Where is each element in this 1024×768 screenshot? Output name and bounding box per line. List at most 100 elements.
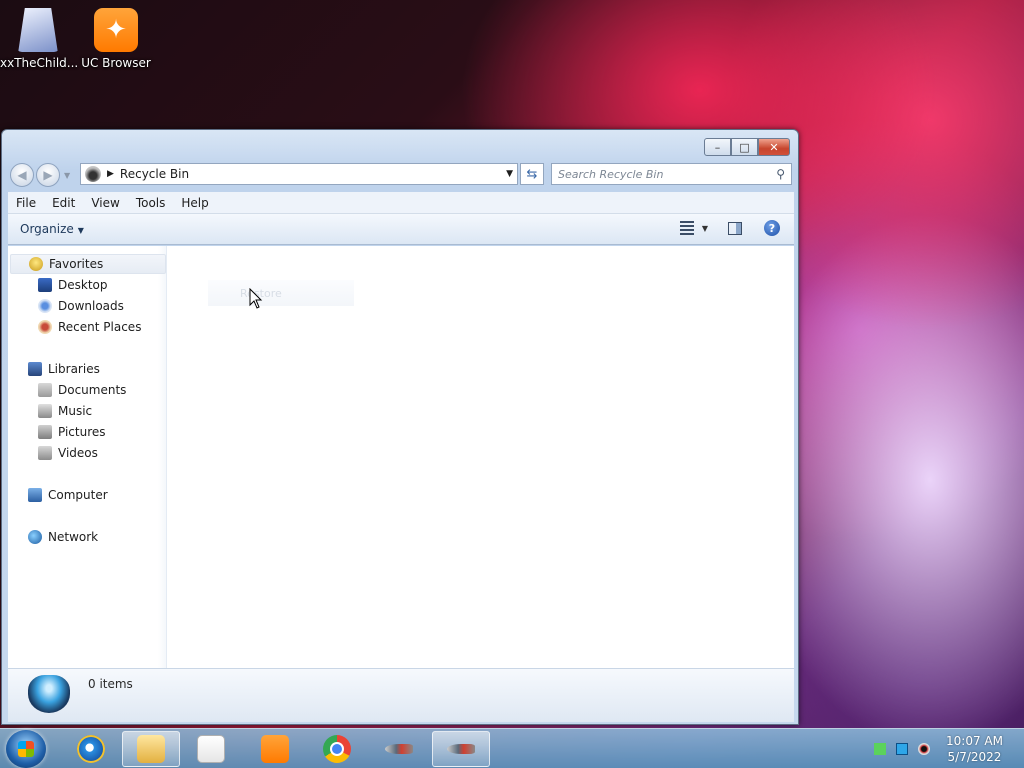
command-bar: Organize ▼ ▼ ? — [8, 214, 794, 245]
taskbar-chrome[interactable] — [308, 731, 366, 767]
preview-pane-icon[interactable] — [728, 221, 742, 235]
favorites-star-icon — [29, 257, 43, 271]
minimize-button[interactable]: – — [704, 138, 731, 156]
taskbar-fish-app[interactable] — [370, 731, 428, 767]
videos-icon — [38, 446, 52, 460]
uc-browser-icon — [261, 735, 289, 763]
toolbar-right: ▼ ? — [679, 220, 780, 236]
nav-item-music[interactable]: Music — [38, 401, 92, 421]
menu-view[interactable]: View — [83, 196, 127, 210]
nav-item-downloads[interactable]: Downloads — [38, 296, 124, 316]
nav-item-recent-places[interactable]: Recent Places — [38, 317, 141, 337]
nav-label: Recent Places — [58, 320, 142, 334]
recent-places-icon — [38, 320, 52, 334]
nav-label: Network — [48, 530, 99, 544]
navigation-pane: Favorites Desktop Downloads Recent Place… — [8, 246, 167, 668]
desktop-icon-label: xxTheChild... — [0, 56, 79, 70]
chevron-down-icon: ▼ — [77, 226, 84, 235]
nav-item-desktop[interactable]: Desktop — [38, 275, 108, 295]
maximize-button[interactable]: □ — [731, 138, 758, 156]
media-player-icon — [197, 735, 225, 763]
caption-buttons: – □ ✕ — [704, 138, 790, 156]
documents-icon — [38, 383, 52, 397]
address-dropdown-icon[interactable]: ▼ — [506, 169, 513, 179]
details-pane: 0 items — [8, 668, 794, 722]
taskbar: 10:07 AM 5/7/2022 — [0, 728, 1024, 768]
nav-label: Documents — [58, 383, 127, 397]
fish-icon — [447, 744, 475, 754]
explorer-body: Favorites Desktop Downloads Recent Place… — [8, 246, 794, 668]
menu-edit[interactable]: Edit — [44, 196, 83, 210]
taskbar-fish-app-active[interactable] — [432, 731, 490, 767]
navigation-bar: ◀ ▶ ▼ ▶ Recycle Bin ▼ ⇆ ⚲ — [10, 162, 792, 188]
fish-icon — [385, 744, 413, 754]
recycle-bin-icon — [85, 166, 101, 182]
recycle-bin-icon — [28, 675, 70, 713]
nav-item-documents[interactable]: Documents — [38, 380, 126, 400]
nav-item-videos[interactable]: Videos — [38, 443, 98, 463]
folder-icon — [137, 735, 165, 763]
menu-file[interactable]: File — [8, 196, 44, 210]
taskbar-uc-browser[interactable] — [246, 731, 304, 767]
nav-network[interactable]: Network — [10, 527, 166, 547]
view-options-dropdown-icon[interactable]: ▼ — [702, 224, 708, 233]
help-icon[interactable]: ? — [764, 220, 780, 236]
search-box[interactable]: ⚲ — [551, 163, 792, 185]
network-monitor-icon[interactable] — [896, 743, 908, 755]
nav-label: Libraries — [48, 362, 100, 376]
close-button[interactable]: ✕ — [758, 138, 790, 156]
search-icon[interactable]: ⚲ — [776, 167, 785, 181]
forward-button[interactable]: ▶ — [36, 163, 60, 187]
menu-tools[interactable]: Tools — [128, 196, 174, 210]
taskbar-windows-explorer[interactable] — [122, 731, 180, 767]
pictures-icon — [38, 425, 52, 439]
nav-computer[interactable]: Computer — [10, 485, 166, 505]
nav-label: Downloads — [58, 299, 124, 313]
desktop-icon-xxthechild[interactable]: xxTheChild... — [0, 0, 79, 70]
address-bar[interactable]: ▶ Recycle Bin ▼ — [80, 163, 518, 185]
menu-help[interactable]: Help — [173, 196, 216, 210]
desktop-icon — [38, 278, 52, 292]
nav-label: Pictures — [58, 425, 106, 439]
chrome-icon — [323, 735, 351, 763]
computer-icon — [28, 488, 42, 502]
nav-label: Computer — [48, 488, 108, 502]
system-tray: 10:07 AM 5/7/2022 — [864, 729, 1024, 768]
item-count: 0 items — [88, 677, 133, 691]
downloads-icon — [38, 299, 52, 313]
breadcrumb-location[interactable]: Recycle Bin — [120, 167, 189, 181]
nav-libraries[interactable]: Libraries — [10, 359, 166, 379]
nav-label: Desktop — [58, 278, 108, 292]
action-center-flag-icon[interactable] — [874, 743, 886, 755]
organize-label: Organize — [20, 222, 74, 236]
restore-ghost-button: Restore — [208, 280, 354, 306]
uc-browser-icon: ✦ — [94, 8, 138, 52]
breadcrumb-arrow-icon[interactable]: ▶ — [107, 169, 114, 179]
desktop-icon-uc-browser[interactable]: ✦ UC Browser — [78, 0, 154, 70]
music-icon — [38, 404, 52, 418]
internet-explorer-icon — [77, 735, 105, 763]
refresh-button[interactable]: ⇆ — [520, 163, 544, 185]
change-view-icon[interactable] — [679, 221, 694, 235]
libraries-icon — [28, 362, 42, 376]
network-icon — [28, 530, 42, 544]
organize-button[interactable]: Organize ▼ — [20, 222, 84, 236]
clock-time: 10:07 AM — [946, 734, 1003, 748]
taskbar-media-player[interactable] — [182, 731, 240, 767]
search-input[interactable] — [558, 167, 768, 181]
clock-date: 5/7/2022 — [947, 750, 1002, 764]
nav-label: Favorites — [49, 257, 104, 271]
child-app-icon — [18, 8, 58, 52]
back-button[interactable]: ◀ — [10, 163, 34, 187]
nav-label: Videos — [58, 446, 98, 460]
desktop-icon-label: UC Browser — [81, 56, 151, 70]
menu-bar: File Edit View Tools Help — [8, 192, 794, 214]
clock[interactable]: 10:07 AM 5/7/2022 — [946, 733, 1003, 765]
recent-pages-dropdown[interactable]: ▼ — [64, 171, 70, 180]
taskbar-internet-explorer[interactable] — [62, 731, 120, 767]
nav-item-pictures[interactable]: Pictures — [38, 422, 106, 442]
volume-icon[interactable] — [918, 743, 930, 755]
explorer-window: – □ ✕ ◀ ▶ ▼ ▶ Recycle Bin ▼ ⇆ ⚲ File Edi… — [1, 129, 799, 725]
nav-favorites[interactable]: Favorites — [10, 254, 166, 274]
start-button[interactable] — [6, 730, 46, 768]
